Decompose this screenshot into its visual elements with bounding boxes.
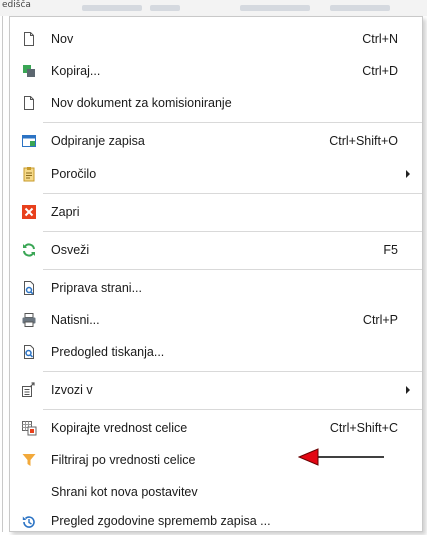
report-icon: [21, 166, 37, 182]
menu-item-print[interactable]: Natisni... Ctrl+P: [10, 306, 422, 334]
menu-item-label: Nov dokument za komisioniranje: [51, 96, 232, 110]
menu-item-label: Kopirajte vrednost celice: [51, 421, 188, 435]
menu-item-label: Poročilo: [51, 167, 97, 181]
menu-item-label: Odpiranje zapisa: [51, 134, 145, 148]
menu-item-label: Zapri: [51, 205, 80, 219]
menu-item-close[interactable]: Zapri: [10, 198, 422, 226]
menu-item-label: Izvozi v: [51, 383, 93, 397]
menu-item-label: Pregled zgodovine sprememb zapisa ...: [51, 514, 271, 528]
menu-item-label: Predogled tiskanja...: [51, 345, 165, 359]
menu-item-label: Osveži: [51, 243, 90, 257]
menu-item-export[interactable]: Izvozi v: [10, 376, 422, 404]
menu-separator: [43, 122, 422, 123]
close-icon: [21, 204, 37, 220]
menu-item-report[interactable]: Poročilo: [10, 160, 422, 188]
history-icon: [21, 514, 37, 530]
menu-item-label: Priprava strani...: [51, 281, 143, 295]
menu-separator: [43, 231, 422, 232]
background-blurred-text: [82, 5, 142, 11]
menu-separator: [43, 409, 422, 410]
background-blurred-text: [240, 5, 310, 11]
background-label: edišča: [2, 0, 31, 10]
menu-item-print-preview[interactable]: Predogled tiskanja...: [10, 338, 422, 366]
new-document-icon: [21, 31, 37, 47]
new-picking-document-icon: [21, 95, 37, 111]
export-icon: [21, 382, 37, 398]
menu-item-label: Natisni...: [51, 313, 100, 327]
menu-item-shortcut: Ctrl+Shift+O: [329, 134, 398, 148]
menu-separator: [43, 193, 422, 194]
menu-item-shortcut: Ctrl+N: [362, 32, 398, 46]
open-record-icon: [21, 133, 37, 149]
menu-item-shortcut: Ctrl+D: [362, 64, 398, 78]
print-icon: [21, 312, 37, 328]
menu-item-label: Shrani kot nova postavitev: [51, 485, 198, 499]
menu-item-page-setup[interactable]: Priprava strani...: [10, 274, 422, 302]
menu-item-label: Nov: [51, 32, 74, 46]
menu-separator: [43, 269, 422, 270]
menu-item-shortcut: Ctrl+P: [362, 313, 398, 327]
background-blurred-text: [150, 5, 180, 11]
menu-item-copy[interactable]: Kopiraj... Ctrl+D: [10, 57, 422, 85]
background-grid-edge: [2, 16, 3, 532]
menu-item-record-change-history[interactable]: Pregled zgodovine sprememb zapisa ...: [10, 510, 422, 530]
filter-icon: [21, 452, 37, 468]
menu-item-copy-cell-value[interactable]: Kopirajte vrednost celice Ctrl+Shift+C: [10, 414, 422, 442]
menu-item-label: Kopiraj...: [51, 64, 101, 78]
page-setup-icon: [21, 280, 37, 296]
copy-cell-value-icon: [21, 420, 37, 436]
menu-item-new[interactable]: Nov Ctrl+N: [10, 25, 422, 53]
refresh-icon: [21, 242, 37, 258]
menu-item-label: Filtriraj po vrednosti celice: [51, 453, 196, 467]
background-blurred-text: [330, 5, 390, 11]
red-arrow-annotation: [297, 445, 386, 469]
submenu-arrow-icon: [406, 170, 410, 178]
menu-item-refresh[interactable]: Osveži F5: [10, 236, 422, 264]
menu-item-shortcut: F5: [383, 243, 398, 257]
menu-item-shortcut: Ctrl+Shift+C: [329, 421, 398, 435]
menu-separator: [43, 371, 422, 372]
background-toolbar: edišča: [0, 0, 427, 16]
submenu-arrow-icon: [406, 386, 410, 394]
menu-item-save-as-new-layout[interactable]: Shrani kot nova postavitev: [10, 478, 422, 506]
print-preview-icon: [21, 344, 37, 360]
menu-item-new-picking-document[interactable]: Nov dokument za komisioniranje: [10, 89, 422, 117]
menu-item-open-record[interactable]: Odpiranje zapisa Ctrl+Shift+O: [10, 127, 422, 155]
copy-icon: [21, 63, 37, 79]
